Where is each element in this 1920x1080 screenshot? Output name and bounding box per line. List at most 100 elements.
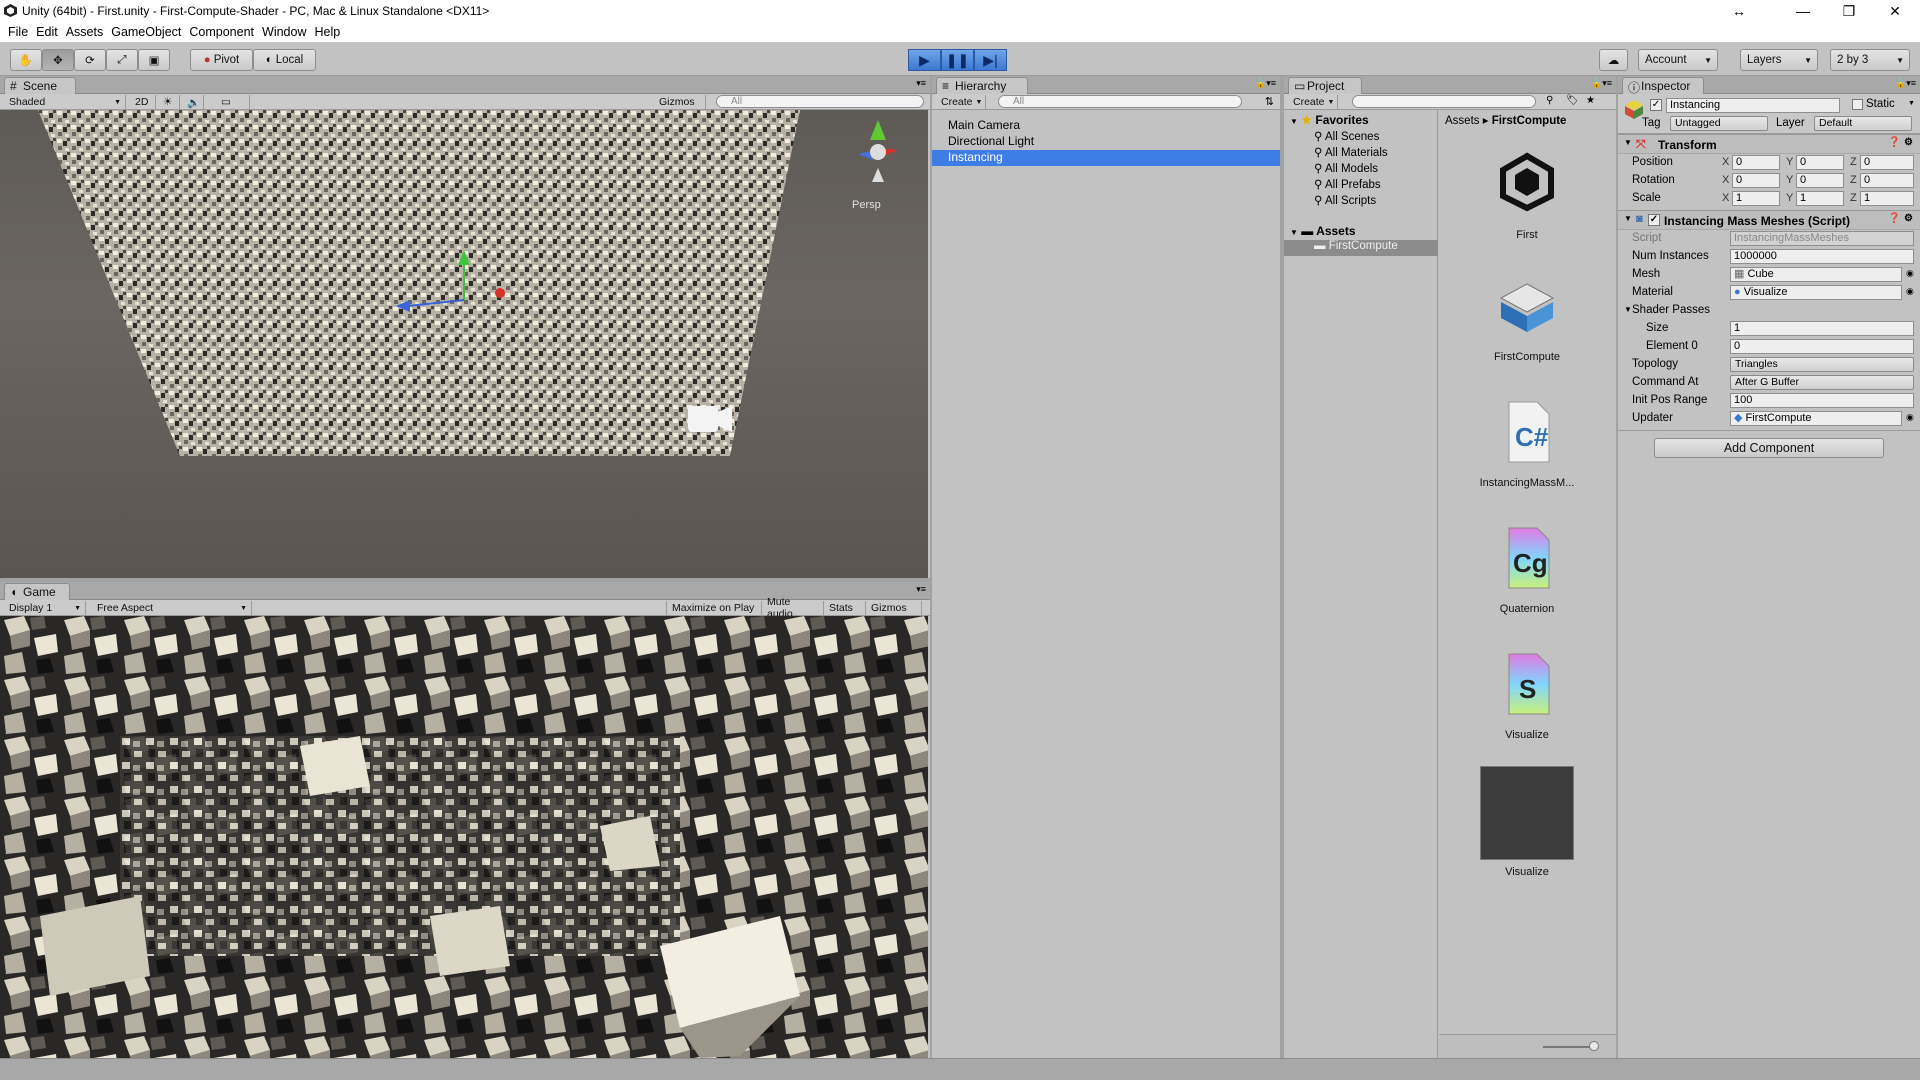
scene-viewport[interactable]: Persp	[0, 110, 928, 578]
favorite-all-scripts[interactable]: ⚲ All Scripts	[1314, 193, 1376, 207]
audio-toggle[interactable]: 🔈	[182, 95, 204, 109]
favorites-header[interactable]: ▼ ★ Favorites	[1290, 113, 1369, 127]
resize-arrows-icon[interactable]: ↔	[1716, 0, 1762, 22]
account-dropdown[interactable]: Account ▼	[1638, 49, 1718, 71]
type-filter-icon[interactable]: ⚲	[1546, 95, 1553, 106]
aspect-dropdown[interactable]: Free Aspect ▼	[92, 601, 252, 615]
shader-passes-row[interactable]: ▼ Shader Passes	[1618, 302, 1920, 320]
close-button[interactable]: ✕	[1872, 0, 1918, 22]
init-pos-field[interactable]: 100	[1730, 393, 1914, 408]
static-checkbox[interactable]	[1852, 99, 1863, 110]
topology-dropdown[interactable]: Triangles	[1730, 357, 1914, 372]
breadcrumb-assets[interactable]: Assets	[1445, 115, 1480, 127]
object-picker-icon[interactable]: ◉	[1906, 268, 1914, 279]
hierarchy-item-directional-light[interactable]: Directional Light	[932, 134, 1280, 150]
hand-tool-button[interactable]: ✋	[10, 49, 42, 71]
asset-firstcompute[interactable]: FirstCompute	[1467, 276, 1587, 363]
label-filter-icon[interactable]: 🏷	[1566, 95, 1579, 106]
step-button[interactable]: ▶|	[974, 49, 1007, 71]
element0-field[interactable]: 0	[1730, 339, 1914, 354]
rotate-tool-button[interactable]: ⟳	[74, 49, 106, 71]
asset-instancingmassmeshes[interactable]: C# InstancingMassM...	[1467, 400, 1587, 489]
command-at-dropdown[interactable]: After G Buffer	[1730, 375, 1914, 390]
component-enabled-checkbox[interactable]: ✓	[1648, 214, 1660, 226]
panel-menu-icon[interactable]: 🔒▾≡	[1255, 78, 1276, 89]
help-icon[interactable]: ❓	[1888, 213, 1900, 224]
rotation-x-field[interactable]: 0	[1732, 173, 1780, 188]
size-field[interactable]: 1	[1730, 321, 1914, 336]
menu-file[interactable]: File	[8, 25, 28, 39]
icon-size-slider[interactable]	[1543, 1046, 1595, 1048]
lighting-toggle[interactable]: ☀	[158, 95, 180, 109]
x-axis-handle[interactable]	[495, 288, 505, 298]
object-name-input[interactable]: Instancing	[1666, 98, 1840, 113]
menu-gameobject[interactable]: GameObject	[111, 25, 181, 39]
effects-dropdown[interactable]: ▭	[216, 95, 250, 109]
help-icon[interactable]: ❓	[1888, 137, 1900, 148]
asset-visualize-material[interactable]: Visualize	[1467, 766, 1587, 878]
object-picker-icon[interactable]: ◉	[1906, 286, 1914, 297]
tab-scene[interactable]: # Scene	[4, 77, 76, 94]
position-y-field[interactable]: 0	[1796, 155, 1844, 170]
star-icon[interactable]: ★	[1586, 95, 1595, 106]
folder-firstcompute[interactable]: ▬ FirstCompute	[1284, 240, 1438, 256]
menu-assets[interactable]: Assets	[66, 25, 104, 39]
display-dropdown[interactable]: Display 1 ▼	[4, 601, 86, 615]
menu-edit[interactable]: Edit	[36, 25, 58, 39]
panel-menu-icon[interactable]: ▾≡	[916, 78, 926, 89]
scale-y-field[interactable]: 1	[1796, 191, 1844, 206]
gear-icon[interactable]: ⚙	[1904, 213, 1913, 224]
active-checkbox[interactable]: ✓	[1650, 99, 1662, 111]
dropdown-arrow-icon[interactable]: ▼	[1908, 100, 1915, 107]
favorite-all-materials[interactable]: ⚲ All Materials	[1314, 145, 1388, 159]
rotation-z-field[interactable]: 0	[1860, 173, 1914, 188]
tab-project[interactable]: ▭ Project	[1288, 77, 1362, 94]
game-viewport[interactable]	[0, 616, 928, 1058]
panel-menu-icon[interactable]: 🔒▾≡	[1591, 78, 1612, 89]
play-button[interactable]: ▶	[908, 49, 941, 71]
pause-button[interactable]: ❚❚	[941, 49, 974, 71]
num-instances-field[interactable]: 1000000	[1730, 249, 1914, 264]
position-z-field[interactable]: 0	[1860, 155, 1914, 170]
transform-header[interactable]: ▼ ⤧ Transform ❓ ⚙	[1618, 134, 1920, 154]
rect-tool-button[interactable]: ▣	[138, 49, 170, 71]
2d-toggle[interactable]: 2D	[130, 95, 156, 109]
hierarchy-item-instancing[interactable]: Instancing	[932, 150, 1280, 166]
mute-audio-toggle[interactable]: Mute audio	[762, 596, 824, 620]
asset-visualize-shader[interactable]: S Visualize	[1467, 652, 1587, 741]
breadcrumb-firstcompute[interactable]: FirstCompute	[1492, 115, 1567, 127]
layout-dropdown[interactable]: 2 by 3 ▼	[1830, 49, 1910, 71]
panel-menu-icon[interactable]: ▾≡	[916, 584, 926, 595]
tab-inspector[interactable]: ⓘ Inspector	[1622, 77, 1704, 95]
tab-hierarchy[interactable]: ≡ Hierarchy	[936, 77, 1028, 94]
scale-tool-button[interactable]: ⤢	[106, 49, 138, 71]
hierarchy-search-input[interactable]: All	[998, 95, 1242, 108]
move-tool-button[interactable]: ✥	[42, 49, 74, 71]
slider-thumb[interactable]	[1589, 1041, 1599, 1051]
project-search-input[interactable]	[1352, 95, 1536, 108]
updater-field[interactable]: ◆ FirstCompute	[1730, 411, 1902, 426]
gear-icon[interactable]: ⚙	[1904, 137, 1913, 148]
add-component-button[interactable]: Add Component	[1654, 438, 1884, 458]
tab-game[interactable]: ◖ Game	[4, 583, 70, 600]
tag-dropdown[interactable]: Untagged	[1670, 116, 1768, 131]
object-picker-icon[interactable]: ◉	[1906, 412, 1914, 423]
stats-toggle[interactable]: Stats	[824, 601, 866, 615]
layer-dropdown[interactable]: Default	[1814, 116, 1912, 131]
mesh-field[interactable]: ▦ Cube	[1730, 267, 1902, 282]
local-button[interactable]: ◐ Local	[253, 49, 316, 71]
menu-component[interactable]: Component	[189, 25, 254, 39]
assets-folder[interactable]: ▼ ▬ Assets	[1290, 224, 1356, 238]
shading-dropdown[interactable]: Shaded ▼	[4, 95, 126, 109]
filter-icon[interactable]: ⇅	[1265, 95, 1274, 108]
project-create-dropdown[interactable]: Create ▼	[1288, 95, 1338, 109]
menu-window[interactable]: Window	[262, 25, 306, 39]
maximize-button[interactable]: ❐	[1826, 0, 1872, 22]
favorite-all-models[interactable]: ⚲ All Models	[1314, 161, 1378, 175]
layers-dropdown[interactable]: Layers ▼	[1740, 49, 1818, 71]
rotation-y-field[interactable]: 0	[1796, 173, 1844, 188]
scene-gizmos-dropdown[interactable]: Gizmos	[654, 95, 706, 109]
menu-help[interactable]: Help	[314, 25, 340, 39]
material-field[interactable]: ● Visualize	[1730, 285, 1902, 300]
hierarchy-create-dropdown[interactable]: Create ▼	[936, 95, 986, 109]
